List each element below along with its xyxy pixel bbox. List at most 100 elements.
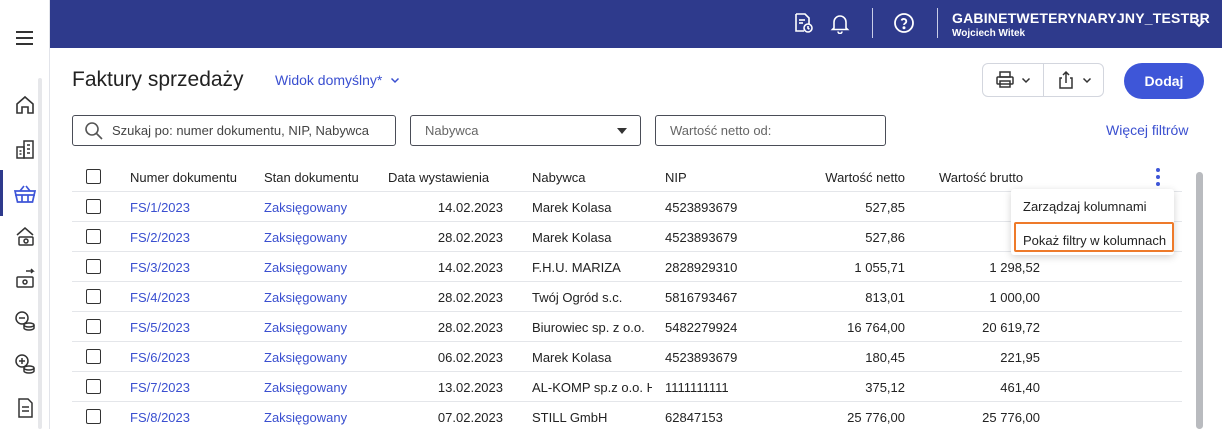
divider [937, 8, 938, 38]
document-number-link[interactable]: FS/4/2023 [130, 290, 190, 305]
net-value-field[interactable] [655, 115, 886, 146]
house-money-icon[interactable] [13, 224, 37, 248]
col-buyer-header[interactable]: Nabywca [532, 170, 652, 185]
user-name: Wojciech Witek [952, 28, 1026, 39]
sidebar-scrollbar[interactable] [38, 78, 42, 429]
more-filters-link[interactable]: Więcej filtrów [1106, 122, 1188, 138]
table-row[interactable]: FS/8/2023 Zaksięgowany 07.02.2023 STILL … [72, 402, 1182, 429]
document-number-link[interactable]: FS/7/2023 [130, 380, 190, 395]
chevron-down-icon [391, 77, 400, 84]
row-checkbox[interactable] [86, 319, 101, 334]
home-icon[interactable] [13, 93, 37, 117]
net-value: 527,86 [865, 230, 905, 245]
company-name: GABINETWETERYNARYJNY_TESTBR [952, 10, 1210, 26]
buildings-icon[interactable] [13, 137, 37, 161]
document-number-link[interactable]: FS/3/2023 [130, 260, 190, 275]
document-number-link[interactable]: FS/2/2023 [130, 230, 190, 245]
col-gross-header[interactable]: Wartość brutto [939, 170, 1023, 185]
gross-value: 25 776,00 [982, 410, 1040, 425]
buyer-name: F.H.U. MARIZA [532, 260, 621, 275]
status-link[interactable]: Zaksięgowany [264, 350, 347, 365]
document-number-link[interactable]: FS/6/2023 [130, 350, 190, 365]
table-row[interactable]: FS/3/2023 Zaksięgowany 14.02.2023 F.H.U.… [72, 252, 1182, 282]
table-row[interactable]: FS/4/2023 Zaksięgowany 28.02.2023 Twój O… [72, 282, 1182, 312]
chevron-down-icon[interactable] [1192, 16, 1206, 35]
column-options-icon[interactable] [1152, 166, 1164, 191]
status-link[interactable]: Zaksięgowany [264, 260, 347, 275]
toolbar-button-group [982, 63, 1104, 97]
row-checkbox[interactable] [86, 259, 101, 274]
status-link[interactable]: Zaksięgowany [264, 230, 347, 245]
document-number-link[interactable]: FS/1/2023 [130, 200, 190, 215]
export-button[interactable] [1043, 64, 1103, 96]
search-icon [85, 121, 103, 140]
money-transfer-icon[interactable] [13, 267, 37, 291]
nip-value: 5816793467 [665, 290, 738, 305]
issue-date: 14.02.2023 [437, 260, 503, 275]
net-value: 813,01 [865, 290, 905, 305]
row-checkbox[interactable] [86, 379, 101, 394]
buyer-name: Marek Kolasa [532, 200, 612, 215]
basket-icon[interactable] [13, 182, 37, 206]
view-selector[interactable]: Widok domyślny* [275, 72, 400, 88]
col-status-header[interactable]: Stan dokumentu [264, 170, 359, 185]
print-button[interactable] [983, 64, 1043, 96]
add-button[interactable]: Dodaj [1124, 63, 1204, 99]
coins-plus-icon[interactable] [13, 352, 37, 376]
show-column-filters-item[interactable]: Pokaż filtry w kolumnach [1023, 233, 1166, 248]
document-icon[interactable] [13, 396, 37, 420]
printer-icon [996, 71, 1014, 88]
select-all-checkbox[interactable] [86, 169, 101, 184]
status-link[interactable]: Zaksięgowany [264, 290, 347, 305]
row-checkbox[interactable] [86, 229, 101, 244]
document-number-link[interactable]: FS/8/2023 [130, 410, 190, 425]
search-field[interactable] [72, 115, 396, 146]
table-row[interactable]: FS/6/2023 Zaksięgowany 06.02.2023 Marek … [72, 342, 1182, 372]
status-link[interactable]: Zaksięgowany [264, 320, 347, 335]
help-icon[interactable] [891, 10, 917, 36]
col-number-header[interactable]: Numer dokumentu [130, 170, 237, 185]
row-checkbox[interactable] [86, 289, 101, 304]
table-row[interactable]: FS/5/2023 Zaksięgowany 28.02.2023 Biurow… [72, 312, 1182, 342]
col-net-header[interactable]: Wartość netto [772, 170, 905, 185]
export-icon [1058, 70, 1073, 89]
top-bar: GABINETWETERYNARYJNY_TESTBR Wojciech Wit… [0, 0, 1222, 48]
table-scrollbar[interactable] [1196, 172, 1203, 429]
row-checkbox[interactable] [86, 409, 101, 424]
document-number-link[interactable]: FS/5/2023 [130, 320, 190, 335]
buyer-select[interactable]: Nabywca [410, 115, 641, 146]
net-value: 25 776,00 [847, 410, 905, 425]
net-value: 375,12 [865, 380, 905, 395]
nip-value: 4523893679 [665, 230, 738, 245]
scrollbar-thumb[interactable] [1196, 172, 1203, 429]
buyer-name: Biurowiec sp. z o.o. [532, 320, 645, 335]
company-switcher[interactable]: GABINETWETERYNARYJNY_TESTBR Wojciech Wit… [952, 10, 1210, 39]
issue-date: 14.02.2023 [437, 200, 503, 215]
col-date-header[interactable]: Data wystawienia [388, 170, 489, 185]
status-link[interactable]: Zaksięgowany [264, 200, 347, 215]
page-title: Faktury sprzedaży [72, 68, 244, 91]
nip-value: 62847153 [665, 410, 723, 425]
net-value: 16 764,00 [847, 320, 905, 335]
status-link[interactable]: Zaksięgowany [264, 410, 347, 425]
col-nip-header[interactable]: NIP [665, 170, 687, 185]
bell-icon[interactable] [827, 10, 853, 36]
net-value: 1 055,71 [854, 260, 905, 275]
document-clock-icon[interactable] [790, 10, 816, 36]
nip-value: 4523893679 [665, 350, 738, 365]
status-link[interactable]: Zaksięgowany [264, 380, 347, 395]
nip-value: 4523893679 [665, 200, 738, 215]
coins-minus-icon[interactable] [13, 309, 37, 333]
buyer-name: Twój Ogród s.c. [532, 290, 623, 305]
gross-value: 461,40 [1000, 380, 1040, 395]
net-value-input[interactable] [670, 123, 870, 138]
manage-columns-item[interactable]: Zarządzaj kolumnami [1023, 199, 1147, 214]
row-checkbox[interactable] [86, 349, 101, 364]
issue-date: 28.02.2023 [437, 290, 503, 305]
search-input[interactable] [112, 123, 382, 138]
menu-icon[interactable] [15, 30, 35, 51]
gross-value: 1 298,52 [989, 260, 1040, 275]
issue-date: 07.02.2023 [437, 410, 503, 425]
row-checkbox[interactable] [86, 199, 101, 214]
table-row[interactable]: FS/7/2023 Zaksięgowany 13.02.2023 AL-KOM… [72, 372, 1182, 402]
